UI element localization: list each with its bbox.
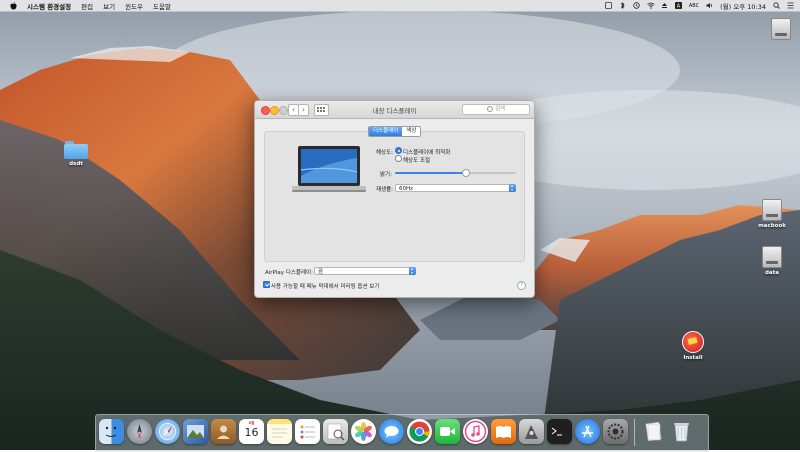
desktop-drive-macbook[interactable]: macbook (752, 199, 792, 229)
display-panel: 해상도: 디스플레이에 최적화 해상도 조절 밝기: 재생률: 60Hz (264, 131, 525, 262)
calendar-dock-icon[interactable]: 6월 16 (239, 419, 264, 444)
folder-icon (64, 141, 88, 159)
laptop-image (292, 146, 366, 197)
hard-drive-icon (762, 246, 782, 268)
documents-stack-icon[interactable] (641, 419, 666, 444)
search-icon (486, 105, 493, 112)
brightness-slider-fill (395, 172, 466, 174)
messages-dock-icon[interactable] (379, 419, 404, 444)
menu-item-view[interactable]: 보기 (103, 1, 115, 11)
airplay-label: AirPlay 디스플레이: (265, 270, 313, 276)
menu-bar: 시스템 환경설정 편집 보기 윈도우 도움말 A ABC (월) 오후 10:3… (0, 0, 800, 12)
popup-arrows-icon (509, 184, 516, 192)
finder-dock-icon[interactable] (99, 419, 124, 444)
refresh-rate-popup[interactable]: 60Hz (395, 184, 516, 192)
brightness-label: 밝기: (380, 172, 392, 178)
preview-dock-icon[interactable] (323, 419, 348, 444)
photos-dock-icon[interactable] (351, 419, 376, 444)
desktop-installer[interactable]: Install (673, 331, 713, 361)
resolution-option-label[interactable]: 해상도 조절 (403, 156, 430, 164)
facetime-dock-icon[interactable] (435, 419, 460, 444)
chrome-dock-icon[interactable] (407, 419, 432, 444)
resolution-optimized-radio[interactable] (395, 147, 402, 154)
installer-icon (682, 331, 704, 353)
mirroring-checkbox[interactable] (263, 281, 270, 288)
resolution-label: 해상도: (376, 150, 394, 156)
trash-icon[interactable] (669, 419, 694, 444)
ibooks-dock-icon[interactable] (491, 419, 516, 444)
reminders-dock-icon[interactable] (295, 419, 320, 444)
brightness-slider[interactable] (395, 169, 516, 177)
time-machine-icon[interactable] (633, 2, 640, 9)
dock: 6월 16 (95, 414, 709, 452)
menu-item-help[interactable]: 도움말 (153, 1, 171, 11)
title-bar[interactable]: ‹ › 내장 디스플레이 검색 (255, 101, 534, 119)
desktop-drive-data[interactable]: data (752, 246, 792, 276)
brightness-slider-knob[interactable] (462, 169, 471, 177)
photo-app-dock-icon[interactable] (183, 419, 208, 444)
refresh-rate-value: 60Hz (399, 186, 414, 192)
utility-dock-icon[interactable] (519, 419, 544, 444)
search-field[interactable]: 검색 (462, 104, 530, 115)
help-button[interactable]: ? (517, 281, 526, 290)
eject-icon[interactable] (661, 2, 668, 9)
help-icon: ? (520, 282, 523, 288)
mirroring-checkbox-label[interactable]: 사용 가능할 때 메뉴 막대에서 미러링 옵션 보기 (271, 282, 379, 290)
system-preferences-dock-icon[interactable] (603, 419, 628, 444)
search-placeholder: 검색 (494, 106, 506, 112)
resolution-option-label[interactable]: 디스플레이에 최적화 (403, 148, 450, 156)
desktop-icon-label: Install (683, 355, 703, 361)
refresh-rate-label: 재생률: (376, 187, 394, 193)
hard-drive-icon (771, 18, 791, 40)
input-source-icon[interactable]: A (674, 2, 682, 10)
calendar-day: 16 (244, 426, 259, 439)
tab-color[interactable]: 색상 (402, 127, 421, 136)
desktop-icon-label: macbook (758, 223, 786, 229)
bluetooth-icon[interactable] (619, 2, 626, 9)
status-area: A ABC (월) 오후 10:34 (604, 0, 794, 11)
popup-arrows-icon (409, 267, 416, 275)
desktop-icon-label: dsdt (69, 161, 83, 167)
resolution-scaled-radio[interactable] (395, 155, 402, 162)
tab-display[interactable]: 디스플레이 (369, 127, 403, 136)
status-app-icon[interactable] (604, 2, 612, 9)
app-menu[interactable]: 시스템 환경설정 (27, 1, 71, 11)
wifi-icon[interactable] (647, 2, 655, 9)
terminal-dock-icon[interactable] (547, 419, 572, 444)
itunes-dock-icon[interactable] (463, 419, 488, 444)
display-preferences-window: ‹ › 내장 디스플레이 검색 해상도: 디스플레이에 최적화 해상도 조절 밝… (254, 100, 535, 298)
safari-dock-icon[interactable] (155, 419, 180, 444)
menubar-clock[interactable]: (월) 오후 10:34 (720, 1, 766, 11)
volume-icon[interactable] (706, 2, 713, 9)
airplay-value: 끔 (318, 269, 324, 275)
input-source-label[interactable]: ABC (689, 3, 699, 9)
airplay-popup[interactable]: 끔 (314, 267, 416, 275)
dock-separator (634, 419, 635, 446)
notes-dock-icon[interactable] (267, 419, 292, 444)
desktop-drive-top[interactable] (761, 18, 800, 40)
menu-item-edit[interactable]: 편집 (81, 1, 93, 11)
svg-text:A: A (677, 4, 681, 10)
hard-drive-icon (762, 199, 782, 221)
spotlight-icon[interactable] (773, 2, 780, 9)
contacts-dock-icon[interactable] (211, 419, 236, 444)
desktop-folder-dsdt[interactable]: dsdt (56, 141, 96, 167)
launchpad-dock-icon[interactable] (127, 419, 152, 444)
apple-menu-icon[interactable] (10, 1, 17, 10)
app-store-dock-icon[interactable] (575, 419, 600, 444)
desktop-icon-label: data (765, 270, 779, 276)
tab-switcher: 디스플레이 색상 (368, 126, 422, 137)
notification-center-icon[interactable] (787, 2, 794, 9)
menu-item-window[interactable]: 윈도우 (125, 1, 143, 11)
